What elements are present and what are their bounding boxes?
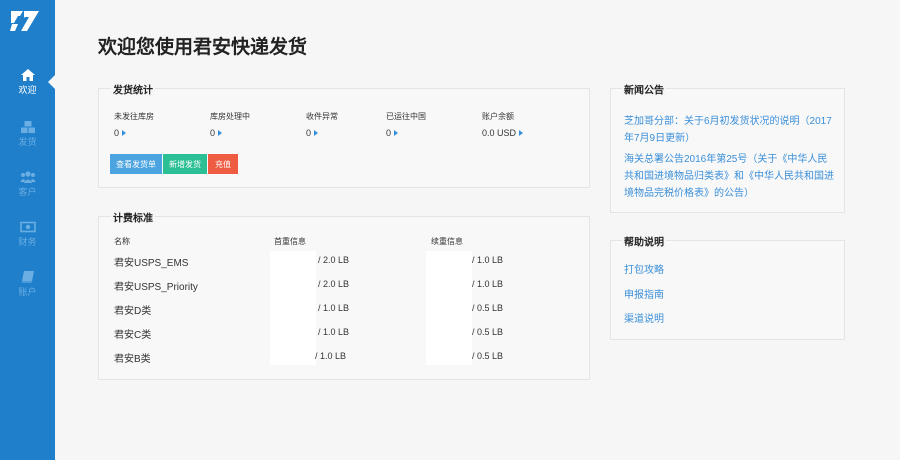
fee-row-name: 君安USPS_EMS [114, 258, 189, 269]
news-link[interactable]: 海关总署公告2016年第25号（关于《中华人民共和国进境物品归类表》和《中华人民… [624, 151, 834, 202]
fee-row-name: 君安USPS_Priority [114, 282, 198, 293]
stat-value-shipped[interactable]: 0 [386, 128, 399, 138]
stat-label-shipped: 已运往中国 [386, 112, 426, 121]
sidebar-item-account[interactable]: 账户 [0, 262, 55, 306]
caret-right-icon [122, 130, 127, 136]
stat-value-pending[interactable]: 0 [114, 128, 127, 138]
sidebar-item-label: 账户 [18, 287, 37, 297]
fee-row-name: 君安C类 [114, 330, 152, 341]
fee-row-first-weight: / 1.0 LB [318, 327, 350, 337]
users-icon [19, 171, 36, 183]
stat-value-processing[interactable]: 0 [210, 128, 223, 138]
sidebar-item-welcome[interactable]: 欢迎 [0, 60, 55, 104]
view-shipments-button[interactable]: 查看发货单 [110, 154, 162, 174]
recharge-button[interactable]: 充值 [208, 154, 238, 174]
stat-label-processing: 库房处理中 [210, 112, 250, 121]
sidebar: 欢迎 发货 客户 财务 账户 [0, 0, 55, 460]
sidebar-item-label: 客户 [18, 187, 37, 197]
caret-right-icon [394, 130, 399, 136]
fee-row-name: 君安B类 [114, 354, 151, 365]
caret-right-icon [314, 130, 319, 136]
page-title: 欢迎您使用君安快递发货 [98, 37, 308, 58]
help-link-channel-info[interactable]: 渠道说明 [624, 311, 664, 328]
sidebar-item-label: 欢迎 [18, 85, 37, 95]
stat-value-balance[interactable]: 0.0 USD [482, 128, 524, 138]
help-link-packing-guide[interactable]: 打包攻略 [624, 262, 664, 279]
add-shipment-button[interactable]: 新增发货 [163, 154, 207, 174]
active-indicator [48, 75, 55, 89]
sidebar-item-label: 财务 [18, 237, 37, 247]
stat-label-pending: 未发往库房 [114, 112, 154, 121]
fee-row-extra-weight: / 1.0 LB [472, 255, 504, 265]
help-link-declaration-guide[interactable]: 申报指南 [624, 287, 664, 304]
sidebar-item-customers[interactable]: 客户 [0, 162, 55, 206]
fee-row-extra-weight: / 0.5 LB [472, 327, 504, 337]
money-icon [19, 221, 36, 233]
fee-row-first-weight: / 2.0 LB [318, 279, 350, 289]
stat-value-exception[interactable]: 0 [306, 128, 319, 138]
fee-row-first-weight: / 1.0 LB [315, 351, 347, 361]
help-title: 帮助说明 [622, 233, 666, 249]
fee-row-first-weight: / 1.0 LB [318, 303, 350, 313]
home-icon [20, 69, 35, 81]
fee-standard-title: 计费标准 [111, 209, 155, 225]
redaction-mask [426, 251, 472, 365]
fee-header-extra-weight: 续重信息 [431, 237, 463, 246]
fee-row-extra-weight: / 0.5 LB [472, 351, 504, 361]
sidebar-item-label: 发货 [18, 137, 37, 147]
fee-row-name: 君安D类 [114, 306, 152, 317]
sidebar-item-finance[interactable]: 财务 [0, 212, 55, 256]
stat-label-balance: 账户余额 [482, 112, 514, 121]
logo-icon [10, 11, 39, 31]
fee-row-extra-weight: / 0.5 LB [472, 303, 504, 313]
fee-row-first-weight: / 2.0 LB [318, 255, 350, 265]
cubes-icon [20, 121, 35, 133]
stat-label-exception: 收件异常 [306, 112, 338, 121]
caret-right-icon [519, 130, 524, 136]
news-title: 新闻公告 [622, 81, 666, 97]
redaction-mask [270, 251, 316, 365]
shipping-stats-title: 发货统计 [111, 81, 155, 97]
book-icon [21, 271, 34, 283]
fee-header-name: 名称 [114, 237, 130, 246]
fee-header-first-weight: 首重信息 [274, 237, 306, 246]
sidebar-item-shipping[interactable]: 发货 [0, 112, 55, 156]
caret-right-icon [218, 130, 223, 136]
news-link[interactable]: 芝加哥分部：关于6月初发货状况的说明（2017年7月9日更新） [624, 113, 834, 147]
fee-row-extra-weight: / 1.0 LB [472, 279, 504, 289]
